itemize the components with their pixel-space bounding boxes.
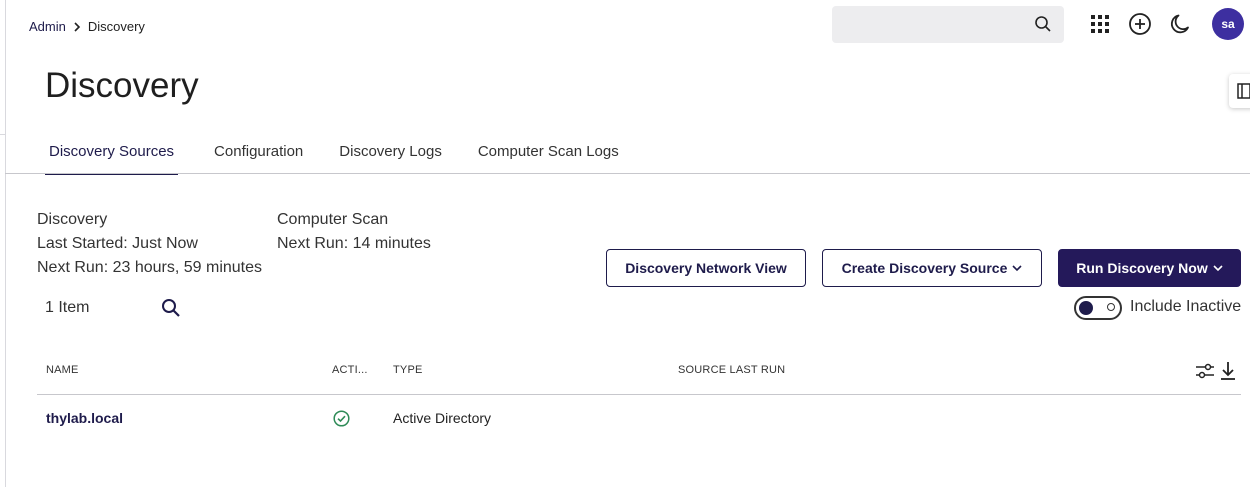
download-icon[interactable]	[1219, 360, 1237, 382]
tab-configuration[interactable]: Configuration	[214, 135, 303, 173]
discovery-summary-heading: Discovery	[37, 211, 108, 228]
toggle-knob	[1079, 301, 1093, 315]
include-inactive-toggle[interactable]	[1074, 296, 1122, 320]
column-header-name[interactable]: NAME	[46, 364, 79, 376]
create-discovery-source-button[interactable]: Create Discovery Source	[822, 249, 1042, 287]
discovery-network-view-label: Discovery Network View	[625, 260, 787, 276]
computer-scan-summary: Computer Scan Next Run: 14 minutes	[277, 208, 431, 256]
tab-bar: Discovery Sources Configuration Discover…	[45, 135, 655, 175]
chevron-down-icon	[1012, 265, 1022, 272]
chevron-right-icon	[74, 21, 80, 32]
table-header-divider	[37, 394, 1241, 395]
side-panel-toggle[interactable]	[1229, 74, 1250, 108]
run-discovery-now-label: Run Discovery Now	[1076, 260, 1208, 276]
include-inactive-label: Include Inactive	[1130, 298, 1242, 315]
discovery-network-view-button[interactable]: Discovery Network View	[606, 249, 806, 287]
tab-discovery-logs[interactable]: Discovery Logs	[339, 135, 442, 173]
run-discovery-now-button[interactable]: Run Discovery Now	[1058, 249, 1241, 287]
page-title: Discovery	[45, 66, 199, 105]
column-settings-icon[interactable]	[1195, 362, 1215, 380]
global-search-input[interactable]	[842, 14, 1036, 36]
column-header-type[interactable]: TYPE	[393, 364, 423, 376]
breadcrumb-admin-link[interactable]: Admin	[29, 19, 66, 34]
column-header-active[interactable]: ACTI...	[332, 364, 368, 376]
global-search[interactable]	[832, 6, 1064, 43]
chevron-down-icon	[1213, 265, 1223, 272]
item-count: 1 Item	[45, 299, 90, 316]
computer-scan-heading: Computer Scan	[277, 211, 389, 228]
check-circle-icon	[333, 410, 350, 427]
add-circle-icon[interactable]	[1128, 12, 1152, 36]
tabs-divider	[5, 173, 1250, 174]
tab-discovery-sources[interactable]: Discovery Sources	[45, 135, 179, 175]
search-icon[interactable]	[161, 298, 181, 318]
search-icon[interactable]	[1034, 15, 1052, 33]
create-discovery-source-label: Create Discovery Source	[841, 260, 1008, 276]
source-name-link[interactable]: thylab.local	[46, 410, 123, 426]
computer-scan-next-run: Next Run: 14 minutes	[277, 235, 431, 252]
left-nav-divider	[0, 134, 6, 135]
discovery-summary: Discovery Last Started: Just Now Next Ru…	[37, 208, 262, 280]
dark-mode-moon-icon[interactable]	[1168, 12, 1192, 36]
user-avatar[interactable]: sa	[1212, 8, 1244, 40]
column-header-source-last-run[interactable]: SOURCE LAST RUN	[678, 364, 785, 376]
source-type: Active Directory	[393, 410, 492, 426]
breadcrumb-current: Discovery	[87, 19, 145, 34]
discovery-next-run: Next Run: 23 hours, 59 minutes	[37, 259, 263, 276]
discovery-last-started: Last Started: Just Now	[37, 235, 198, 252]
breadcrumb: Admin Discovery	[29, 19, 145, 34]
panel-icon	[1237, 83, 1250, 99]
toggle-off-indicator	[1107, 303, 1115, 311]
left-nav-border	[5, 0, 6, 487]
apps-grid-icon[interactable]	[1088, 12, 1112, 36]
tab-computer-scan-logs[interactable]: Computer Scan Logs	[478, 135, 619, 173]
